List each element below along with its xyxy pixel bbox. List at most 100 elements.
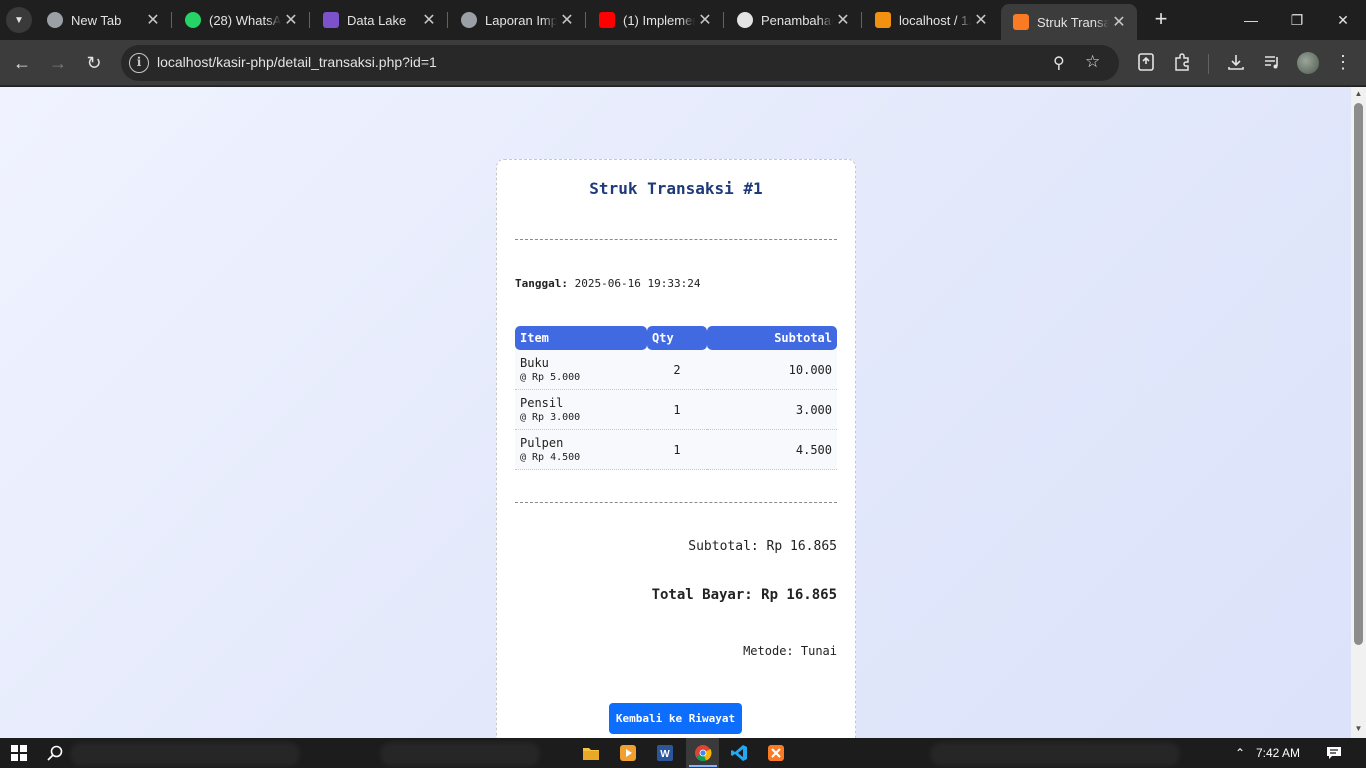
document-icon xyxy=(323,12,339,28)
tab-close-icon[interactable]: ✕ xyxy=(971,10,991,30)
download-icon[interactable] xyxy=(1225,51,1247,73)
item-name: Pensil xyxy=(520,395,564,410)
column-header-item: Item xyxy=(515,326,647,350)
subtotal-cell: 10.000 xyxy=(707,350,837,390)
browser-tab[interactable]: Struk Transaksi✕ xyxy=(1001,4,1137,40)
item-unit-price: @ Rp 5.000 xyxy=(520,371,581,383)
windows-start-icon[interactable] xyxy=(9,743,29,763)
media-control-icon[interactable] xyxy=(1261,51,1283,73)
restore-icon: ❐ xyxy=(1290,11,1304,28)
tab-search-button[interactable]: ▼ xyxy=(6,7,32,33)
youtube-icon xyxy=(599,12,615,28)
tab-title: Struk Transaksi xyxy=(1037,14,1109,30)
blurred-region xyxy=(70,742,300,766)
profile-avatar[interactable] xyxy=(1297,52,1319,74)
column-header-subtotal: Subtotal xyxy=(707,326,837,350)
browser-tab[interactable]: Laporan Implementasi✕ xyxy=(449,4,586,36)
globe-icon xyxy=(461,12,477,28)
tab-title: localhost / 127.0.0.1 xyxy=(899,12,971,28)
scroll-down-arrow-icon[interactable]: ▼ xyxy=(1351,724,1366,736)
new-tab-button[interactable]: + xyxy=(1150,6,1172,31)
scroll-thumb[interactable] xyxy=(1354,103,1363,645)
restore-button[interactable]: ❐ xyxy=(1274,0,1320,40)
bookmark-star-icon[interactable]: ☆ xyxy=(1085,52,1100,72)
tab-close-icon[interactable]: ✕ xyxy=(419,10,439,30)
payment-method: Metode: Tunai xyxy=(743,644,837,658)
vscode-icon[interactable] xyxy=(729,743,749,763)
windows-taskbar: W ⌃ 7:42 AM xyxy=(0,738,1366,768)
browser-tab[interactable]: (28) WhatsApp✕ xyxy=(173,4,310,36)
xampp-icon xyxy=(1013,14,1029,30)
tab-close-icon[interactable]: ✕ xyxy=(281,10,301,30)
tab-separator xyxy=(723,12,724,28)
tab-title: Laporan Implementasi xyxy=(485,12,557,28)
extension-save-icon[interactable] xyxy=(1135,51,1157,73)
minimize-icon: — xyxy=(1244,12,1258,28)
browser-tab[interactable]: Penambahan ✕ xyxy=(725,4,862,36)
browser-tab[interactable]: (1) Implementasi✕ xyxy=(587,4,724,36)
browser-tab[interactable]: localhost / 127.0.0.1✕ xyxy=(863,4,999,36)
arrow-left-icon: ← xyxy=(13,52,31,73)
back-to-history-button[interactable]: Kembali ke Riwayat xyxy=(609,703,742,734)
chevron-down-icon: ▼ xyxy=(14,14,24,26)
zoom-icon[interactable]: ⚲ xyxy=(1053,53,1065,73)
subtotal-cell: 3.000 xyxy=(707,390,837,430)
tab-title: Penambahan xyxy=(761,12,833,28)
scroll-up-arrow-icon[interactable]: ▲ xyxy=(1351,89,1366,101)
tab-close-icon[interactable]: ✕ xyxy=(1109,12,1129,32)
column-header-qty: Qty xyxy=(647,326,707,350)
qty-cell: 2 xyxy=(647,350,707,390)
xampp-icon[interactable] xyxy=(766,743,786,763)
receipt-subtotal: Subtotal: Rp 16.865 xyxy=(688,539,837,554)
receipt-card: Struk Transaksi #1 Tanggal: 2025-06-16 1… xyxy=(496,159,856,738)
tab-close-icon[interactable]: ✕ xyxy=(695,10,715,30)
item-unit-price: @ Rp 3.000 xyxy=(520,411,581,423)
notification-icon[interactable] xyxy=(1324,743,1344,763)
back-button[interactable]: ← xyxy=(7,48,37,78)
plus-icon: + xyxy=(1154,6,1168,31)
address-bar[interactable]: i localhost/kasir-php/detail_transaksi.p… xyxy=(121,45,1119,81)
tab-separator xyxy=(309,12,310,28)
divider-top xyxy=(515,239,837,240)
reload-button[interactable]: ↻ xyxy=(79,48,109,78)
table-row: Buku @ Rp 5.000 2 10.000 xyxy=(515,350,837,390)
receipt-title: Struk Transaksi #1 xyxy=(589,179,763,198)
taskbar-clock[interactable]: 7:42 AM xyxy=(1256,746,1300,760)
item-cell: Pulpen @ Rp 4.500 xyxy=(515,430,647,470)
close-window-button[interactable]: ✕ xyxy=(1320,0,1366,40)
search-icon[interactable] xyxy=(45,743,65,763)
browser-tab[interactable]: Data Lake ✕ xyxy=(311,4,448,36)
item-cell: Buku @ Rp 5.000 xyxy=(515,350,647,390)
tab-close-icon[interactable]: ✕ xyxy=(833,10,853,30)
tab-close-icon[interactable]: ✕ xyxy=(557,10,577,30)
reload-icon: ↻ xyxy=(86,52,102,73)
chevron-up-icon[interactable]: ⌃ xyxy=(1230,743,1250,763)
menu-kebab-icon[interactable]: ⋮ xyxy=(1332,51,1354,73)
tab-title: Data Lake xyxy=(347,12,407,28)
tab-title: (28) WhatsApp xyxy=(209,12,281,28)
media-player-icon[interactable] xyxy=(618,743,638,763)
item-cell: Pensil @ Rp 3.000 xyxy=(515,390,647,430)
url-text[interactable]: localhost/kasir-php/detail_transaksi.php… xyxy=(157,54,437,70)
openai-icon xyxy=(737,12,753,28)
date-label: Tanggal: xyxy=(515,277,568,290)
blurred-region xyxy=(930,742,1180,766)
extensions-puzzle-icon[interactable] xyxy=(1171,51,1193,73)
word-icon[interactable]: W xyxy=(655,743,675,763)
file-explorer-icon[interactable] xyxy=(581,743,601,763)
page-scrollbar[interactable]: ▲ ▼ xyxy=(1351,87,1366,738)
minimize-button[interactable]: — xyxy=(1228,0,1274,40)
receipt-date: Tanggal: 2025-06-16 19:33:24 xyxy=(515,277,700,290)
tab-close-icon[interactable]: ✕ xyxy=(143,10,163,30)
tab-title: New Tab xyxy=(71,12,122,28)
tab-strip: ▼ New Tab✕(28) WhatsApp✕Data Lake✕Lapora… xyxy=(0,0,1366,40)
divider-bottom xyxy=(515,502,837,503)
site-info-icon[interactable]: i xyxy=(129,53,149,73)
chrome-icon xyxy=(47,12,63,28)
tab-separator xyxy=(861,12,862,28)
chrome-icon[interactable] xyxy=(693,743,713,763)
forward-button[interactable]: → xyxy=(43,48,73,78)
tab-separator xyxy=(171,12,172,28)
browser-tab[interactable]: New Tab ✕ xyxy=(35,4,172,36)
arrow-right-icon: → xyxy=(49,52,67,73)
